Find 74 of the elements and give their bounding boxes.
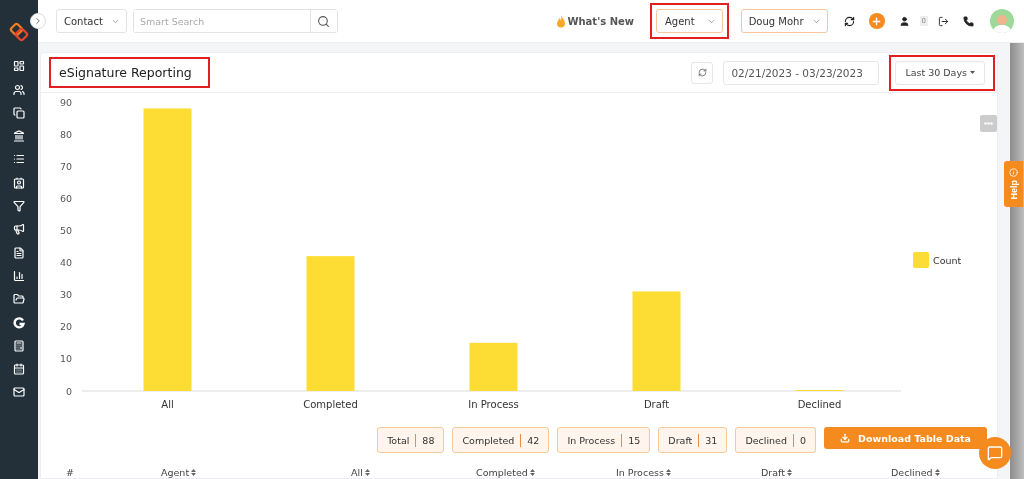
category-label: Draft [643,399,670,410]
axis-tick-label: 70 [59,160,72,172]
summary-label: Completed [462,434,515,446]
date-range-field[interactable]: 02/21/2023 - 03/23/2023 [723,60,880,85]
axis-tick-label: 20 [59,321,72,333]
axis-tick-label: 10 [59,353,72,365]
role-dropdown[interactable]: Agent [656,9,723,33]
sort-icon[interactable] [934,469,940,476]
column-header[interactable]: All [351,467,363,478]
summary-label: Total [387,434,410,446]
summary-value: 15 [628,434,641,446]
expand-sidebar-button[interactable] [30,13,46,29]
document-icon[interactable] [12,245,26,260]
report-title: eSignature Reporting [51,59,208,86]
axis-tick-label: 60 [59,192,72,204]
category-label: All [161,399,174,410]
column-header[interactable]: # [66,467,74,478]
summary-label: Draft [668,434,693,446]
column-header[interactable]: Agent [161,467,190,478]
chat-icon [987,445,1003,461]
info-icon [1009,168,1018,178]
caret-icon [970,71,975,74]
summary-value: 31 [705,434,718,446]
download-icon [840,433,850,443]
column-header[interactable]: Declined [891,467,933,478]
column-header[interactable]: Draft [761,467,785,478]
funnel-icon[interactable] [12,199,26,214]
calculator-icon[interactable] [12,338,26,353]
axis-tick-label: 80 [59,128,72,140]
column-header[interactable]: Completed [476,467,528,478]
date-preset-dropdown[interactable]: Last 30 Days [895,60,985,85]
summary-label: In Process [567,434,616,446]
module-dropdown[interactable]: Contact [56,9,127,33]
summary-label: Declined [745,434,787,446]
bar-chart-icon[interactable] [12,268,26,283]
users-icon[interactable] [12,82,26,97]
column-header[interactable]: In Process [616,467,664,478]
sort-icon[interactable] [191,469,197,476]
bar [469,342,518,391]
axis-tick-label: 90 [59,96,72,108]
flame-icon [556,14,567,28]
sort-icon[interactable] [665,469,671,476]
calendar-icon[interactable] [12,362,26,377]
sort-icon[interactable] [786,469,792,476]
summary-value: 42 [527,434,540,446]
documents-icon[interactable] [12,105,26,120]
refresh-icon [697,68,707,77]
category-label: In Process [468,399,519,410]
folder-icon[interactable] [12,292,26,307]
sort-icon[interactable] [529,469,535,476]
dashboard-icon[interactable] [12,59,26,74]
axis-tick-label: 50 [59,224,72,236]
plus-icon [871,15,883,27]
category-label: Declined [797,399,842,410]
chevron-right-icon [33,16,43,26]
search-icon [317,14,331,28]
axis-tick-label: 30 [59,289,72,301]
bank-icon[interactable] [12,129,26,144]
megaphone-icon[interactable] [12,222,26,237]
summary-value: 88 [422,434,435,446]
legend-label: Count [933,255,962,266]
letter-g-icon[interactable] [12,315,26,330]
axis-tick-label: 40 [59,257,72,269]
summary-value: 0 [799,434,806,446]
user-dropdown[interactable]: Doug Mohr [740,9,828,33]
axis-tick-label: 0 [65,385,72,397]
contact-card-icon[interactable] [12,175,26,190]
logo-icon [7,20,31,44]
search-field[interactable]: Smart Search [132,9,338,33]
dots-icon [984,122,993,125]
mail-icon[interactable] [12,385,26,400]
whats-new-link[interactable]: What's New [556,14,635,28]
sort-icon[interactable] [364,469,370,476]
category-label: Completed [303,399,358,410]
